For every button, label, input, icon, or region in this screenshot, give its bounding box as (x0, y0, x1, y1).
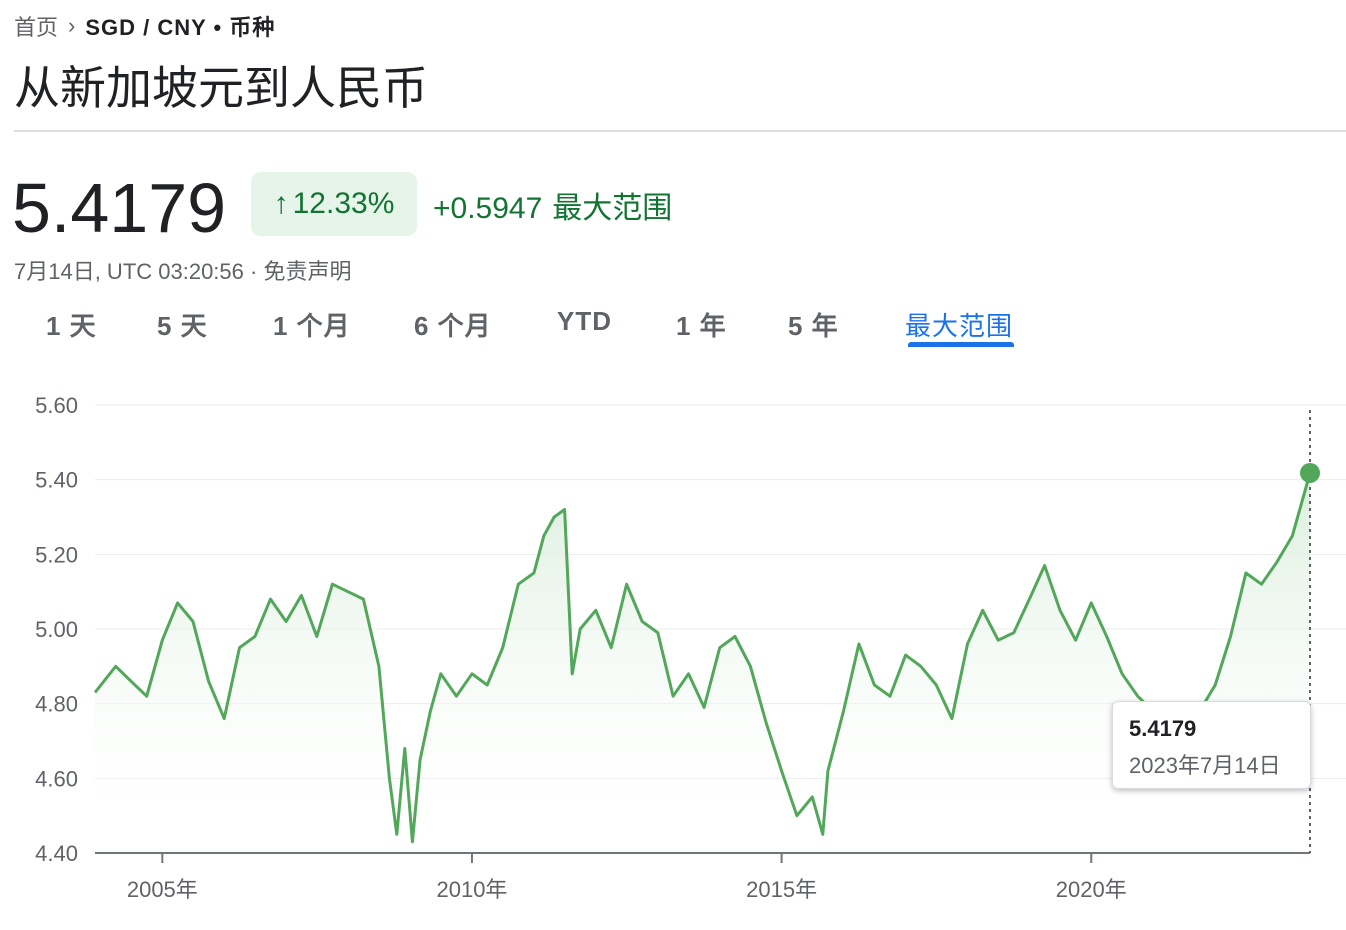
tab-1-year[interactable]: 1 年 (676, 306, 727, 343)
x-tick-label: 2020年 (1056, 877, 1127, 902)
tab-5-year[interactable]: 5 年 (788, 306, 839, 343)
tab-6-month[interactable]: 6 个月 (414, 306, 492, 343)
exchange-rate-chart[interactable]: 5.605.405.205.004.804.604.40 2005年 2010年 2… (0, 380, 1346, 920)
x-tick-label: 2010年 (436, 877, 507, 902)
tab-max[interactable]: 最大范围 (905, 306, 1013, 343)
y-tick-label: 5.60 (35, 393, 78, 418)
x-tick-label: 2005年 (127, 877, 198, 902)
current-price: 5.4179 (12, 169, 227, 247)
current-value-dot (1300, 462, 1320, 483)
y-tick-label: 5.00 (35, 617, 78, 642)
active-tab-indicator (908, 342, 1014, 347)
breadcrumb: 首页 › SGD / CNY • 币种 (14, 10, 275, 42)
percent-change-badge: ↑ 12.33% (251, 172, 417, 236)
y-tick-label: 4.40 (35, 841, 78, 866)
arrow-up-icon: ↑ (273, 187, 289, 220)
tab-5-day[interactable]: 5 天 (157, 306, 208, 343)
breadcrumb-current: SGD / CNY • 币种 (85, 15, 276, 40)
absolute-change-value: +0.5947 (433, 192, 543, 225)
y-tick-label: 4.80 (35, 692, 78, 717)
series-area (95, 473, 1310, 853)
page-title: 从新加坡元到人民币 (14, 62, 428, 114)
y-tick-label: 5.40 (35, 468, 78, 493)
absolute-change: +0.5947 最大范围 (433, 183, 672, 227)
tab-1-day[interactable]: 1 天 (46, 306, 97, 343)
tab-ytd[interactable]: YTD (557, 306, 612, 337)
divider (14, 130, 1346, 132)
chevron-right-icon: › (68, 13, 76, 38)
y-tick-label: 5.20 (35, 542, 78, 567)
y-axis-ticks: 5.60 5.40 5.20 5.00 4.80 4.60 4.40 (35, 393, 78, 866)
tab-1-month[interactable]: 1 个月 (273, 306, 351, 343)
percent-change-value: 12.33% (292, 187, 395, 220)
breadcrumb-home-link[interactable]: 首页 (14, 10, 58, 42)
x-axis-ticks: 2005年 2010年 2015年 2020年 (127, 853, 1127, 902)
timestamp: 7月14日, UTC 03:20:56 · 免责声明 (14, 259, 352, 284)
x-tick-label: 2015年 (746, 877, 817, 902)
tooltip-date: 2023年7月14日 (1129, 753, 1281, 778)
range-label: 最大范围 (552, 192, 673, 225)
chart-tooltip: 5.4179 2023年7月14日 (1112, 701, 1311, 789)
tooltip-value: 5.4179 (1129, 716, 1197, 741)
y-tick-label: 4.60 (35, 766, 78, 791)
range-tabs: 1 天 5 天 1 个月 6 个月 YTD 1 年 5 年 最大范围 (0, 300, 1346, 350)
